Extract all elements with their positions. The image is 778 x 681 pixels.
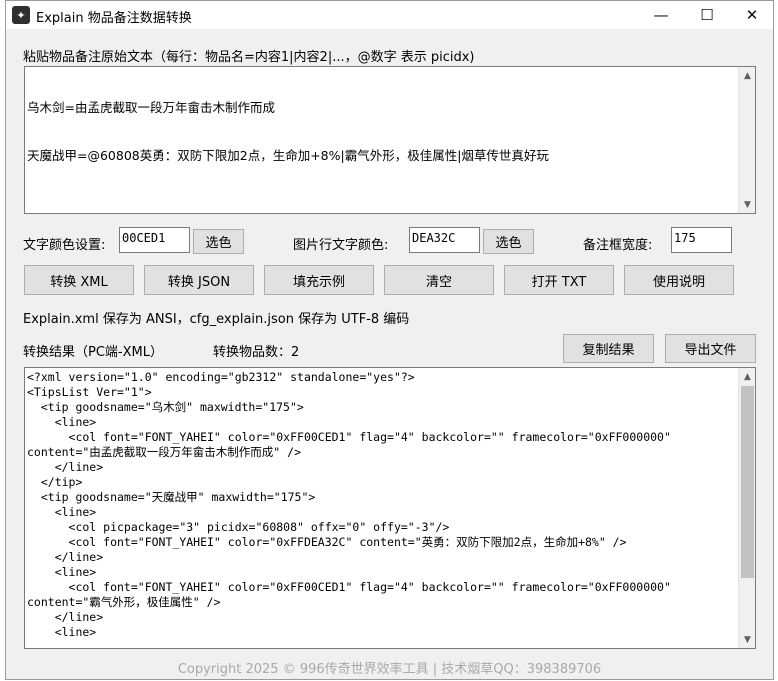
scroll-thumb[interactable] bbox=[741, 386, 754, 578]
text-color-input[interactable]: 00CED1 bbox=[119, 227, 190, 253]
result-line: <tip goodsname="天魔战甲" maxwidth="175"> bbox=[27, 490, 316, 504]
raw-input-line: 天魔战甲=@60808英勇：双防下限加2点，生命加+8%|霸气外形，极佳属性|烟… bbox=[27, 148, 549, 163]
app-icon: ✦ bbox=[12, 6, 30, 24]
result-line: </line> bbox=[27, 610, 104, 624]
result-line: </tip> bbox=[27, 475, 83, 489]
image-text-color-input[interactable]: DEA32C bbox=[409, 227, 480, 253]
result-line: <?xml version="1.0" encoding="gb2312" st… bbox=[27, 370, 415, 384]
result-line: <line> bbox=[27, 415, 97, 429]
minimize-button[interactable]: — bbox=[638, 1, 684, 29]
result-line: <line> bbox=[27, 565, 97, 579]
maximize-button[interactable]: ☐ bbox=[684, 1, 730, 29]
raw-input-scrollbar[interactable]: ▲ ▼ bbox=[738, 67, 755, 213]
clear-button[interactable]: 清空 bbox=[384, 265, 494, 295]
result-textarea[interactable]: <?xml version="1.0" encoding="gb2312" st… bbox=[24, 367, 756, 649]
result-line: <col font="FONT_YAHEI" color="0xFF00CED1… bbox=[27, 580, 671, 594]
raw-input-label: 粘贴物品备注原始文本（每行：物品名=内容1|内容2|...，@数字 表示 pic… bbox=[23, 50, 475, 65]
fill-example-button[interactable]: 填充示例 bbox=[264, 265, 374, 295]
raw-input-content: 乌木剑=由孟虎截取一段万年畲击木制作而成 天魔战甲=@60808英勇：双防下限加… bbox=[27, 68, 549, 196]
open-txt-button[interactable]: 打开 TXT bbox=[504, 265, 614, 295]
close-button[interactable]: ✕ bbox=[729, 1, 773, 29]
result-label: 转换结果（PC端-XML） bbox=[23, 345, 163, 360]
title-bar: ✦ Explain 物品备注数据转换 — ☐ ✕ bbox=[6, 1, 773, 29]
width-input[interactable]: 175 bbox=[671, 227, 732, 253]
export-file-button[interactable]: 导出文件 bbox=[665, 334, 756, 363]
raw-input-textarea[interactable]: 乌木剑=由孟虎截取一段万年畲击木制作而成 天魔战甲=@60808英勇：双防下限加… bbox=[24, 66, 756, 214]
result-line: <col picpackage="3" picidx="60808" offx=… bbox=[27, 520, 450, 534]
result-scrollbar[interactable]: ▲ ▼ bbox=[738, 368, 755, 648]
scroll-up-icon[interactable]: ▲ bbox=[739, 67, 755, 84]
result-line: <line> bbox=[27, 625, 97, 639]
text-color-pick-button[interactable]: 选色 bbox=[193, 229, 244, 254]
app-window: ✦ Explain 物品备注数据转换 — ☐ ✕ 粘贴物品备注原始文本（每行：物… bbox=[5, 0, 774, 680]
result-line: <col font="FONT_YAHEI" color="0xFFDEA32C… bbox=[27, 535, 627, 549]
copyright-footer: Copyright 2025 © 996传奇世界效率工具 | 技术烟草QQ：39… bbox=[177, 662, 602, 677]
help-button[interactable]: 使用说明 bbox=[624, 265, 734, 295]
text-color-label: 文字颜色设置: bbox=[23, 238, 106, 253]
copy-result-button[interactable]: 复制结果 bbox=[563, 334, 654, 363]
image-text-color-label: 图片行文字颜色: bbox=[293, 238, 389, 253]
result-line: content="由孟虎截取一段万年畲击木制作而成" /> bbox=[27, 445, 302, 459]
result-line: <tip goodsname="乌木剑" maxwidth="175"> bbox=[27, 400, 304, 414]
width-label: 备注框宽度: bbox=[583, 238, 653, 253]
scroll-down-icon[interactable]: ▼ bbox=[739, 196, 755, 213]
result-line: </line> bbox=[27, 460, 104, 474]
result-line: <col font="FONT_YAHEI" color="0xFF00CED1… bbox=[27, 430, 671, 444]
convert-json-button[interactable]: 转换 JSON bbox=[144, 265, 254, 295]
converted-count: 转换物品数：2 bbox=[213, 345, 300, 360]
result-line: <TipsList Ver="1"> bbox=[27, 385, 152, 399]
image-text-color-pick-button[interactable]: 选色 bbox=[483, 229, 534, 254]
raw-input-line: 乌木剑=由孟虎截取一段万年畲击木制作而成 bbox=[27, 100, 275, 115]
result-content: <?xml version="1.0" encoding="gb2312" st… bbox=[27, 370, 737, 640]
result-line: <line> bbox=[27, 505, 97, 519]
scroll-up-icon[interactable]: ▲ bbox=[739, 368, 755, 385]
result-line: </line> bbox=[27, 550, 104, 564]
save-encoding-note: Explain.xml 保存为 ANSI，cfg_explain.json 保存… bbox=[23, 312, 410, 327]
window-title: Explain 物品备注数据转换 bbox=[36, 11, 192, 26]
convert-xml-button[interactable]: 转换 XML bbox=[24, 265, 134, 295]
result-line: content="霸气外形，极佳属性" /> bbox=[27, 595, 221, 609]
scroll-down-icon[interactable]: ▼ bbox=[739, 631, 755, 648]
